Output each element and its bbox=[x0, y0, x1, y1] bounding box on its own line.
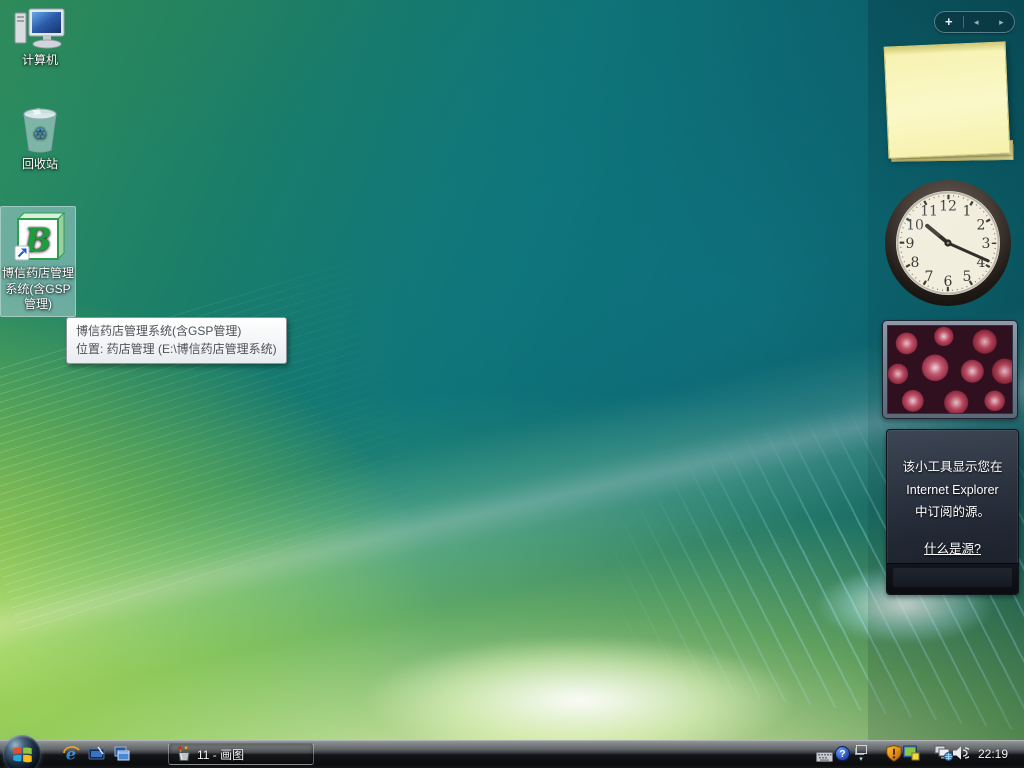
svg-text:1: 1 bbox=[963, 204, 972, 220]
quicklaunch-show-desktop[interactable] bbox=[88, 745, 106, 763]
network-icon[interactable] bbox=[934, 745, 953, 766]
display-utility-icon[interactable] bbox=[903, 745, 920, 767]
volume-icon[interactable] bbox=[953, 746, 969, 765]
taskbar: e 11 bbox=[0, 740, 1024, 768]
desktop-icon-pharmacy-app[interactable]: B 博信药店管理 系统(含GSP 管理) bbox=[0, 206, 76, 317]
recycle-bin-icon: ♻ bbox=[19, 106, 61, 154]
desktop-icon-recycle-bin[interactable]: ♻ 回收站 bbox=[2, 106, 78, 173]
clock-gadget[interactable]: 12 1 2 3 4 5 6 7 8 9 10 11 bbox=[883, 178, 1013, 308]
tooltip-location: 位置: 药店管理 (E:\博信药店管理系统) bbox=[76, 340, 277, 358]
feed-message: 该小工具显示您在 Internet Explorer 中订阅的源。 bbox=[887, 456, 1018, 524]
security-shield-icon[interactable] bbox=[886, 745, 902, 767]
feed-headlines-gadget[interactable]: 该小工具显示您在 Internet Explorer 中订阅的源。 什么是源? bbox=[886, 429, 1019, 595]
svg-text:2: 2 bbox=[977, 218, 986, 234]
slideshow-photo bbox=[887, 325, 1013, 414]
desktop: 计算机 ♻ 回收站 B 博信药店管理 系统(含GSP 管理) bbox=[0, 0, 1024, 768]
pharmacy-app-icon: B bbox=[11, 209, 65, 263]
language-help-icon[interactable]: ? bbox=[835, 746, 850, 766]
gadget-controls: + ◂ ▸ bbox=[934, 11, 1015, 33]
paint-icon bbox=[176, 746, 192, 762]
recycle-glyph: ♻ bbox=[33, 124, 47, 143]
task-button-paint[interactable]: 11 - 画图 bbox=[168, 743, 314, 765]
prev-page-button[interactable]: ◂ bbox=[964, 13, 989, 31]
computer-icon bbox=[14, 8, 66, 50]
notes-gadget[interactable] bbox=[884, 41, 1011, 158]
show-desktop-icon bbox=[88, 745, 106, 763]
quicklaunch-switch-windows[interactable] bbox=[113, 745, 131, 763]
language-restore-button[interactable]: ▾ bbox=[855, 743, 867, 763]
windows-logo-icon bbox=[12, 744, 33, 765]
svg-text:?: ? bbox=[839, 749, 845, 760]
quicklaunch-ie[interactable]: e bbox=[62, 745, 80, 763]
svg-text:5: 5 bbox=[963, 269, 972, 285]
note-surface[interactable] bbox=[884, 41, 1011, 158]
what-are-feeds-link[interactable]: 什么是源? bbox=[924, 538, 981, 557]
shortcut-arrow-icon bbox=[15, 246, 29, 260]
add-gadget-button[interactable]: + bbox=[935, 13, 963, 31]
tooltip: 博信药店管理系统(含GSP管理) 位置: 药店管理 (E:\博信药店管理系统) bbox=[66, 317, 287, 364]
feed-gadget-footer bbox=[887, 563, 1018, 594]
next-page-button[interactable]: ▸ bbox=[989, 13, 1014, 31]
feed-pager bbox=[893, 568, 1012, 587]
ie-icon: e bbox=[62, 745, 80, 763]
icon-label-recycle-bin: 回收站 bbox=[22, 157, 58, 173]
slideshow-gadget[interactable] bbox=[882, 320, 1018, 419]
language-keyboard-icon[interactable] bbox=[816, 749, 833, 767]
svg-text:3: 3 bbox=[982, 236, 991, 252]
desktop-icon-computer[interactable]: 计算机 bbox=[2, 8, 78, 69]
restore-window-icon bbox=[856, 745, 867, 754]
svg-text:7: 7 bbox=[925, 269, 934, 285]
switch-windows-icon bbox=[113, 745, 131, 763]
svg-text:6: 6 bbox=[944, 274, 953, 290]
task-button-label: 11 - 画图 bbox=[197, 746, 244, 763]
svg-text:8: 8 bbox=[911, 255, 920, 271]
taskbar-clock[interactable]: 22:19 bbox=[970, 740, 1016, 768]
svg-text:e: e bbox=[66, 745, 76, 763]
start-button[interactable] bbox=[3, 735, 41, 768]
tooltip-title: 博信药店管理系统(含GSP管理) bbox=[76, 322, 277, 340]
icon-label-computer: 计算机 bbox=[22, 53, 58, 69]
hidden-icons-arrow: ▾ bbox=[859, 756, 863, 763]
analog-clock-icon: 12 1 2 3 4 5 6 7 8 9 10 11 bbox=[883, 178, 1013, 308]
icon-label-pharmacy-app: 博信药店管理 系统(含GSP 管理) bbox=[2, 266, 74, 313]
